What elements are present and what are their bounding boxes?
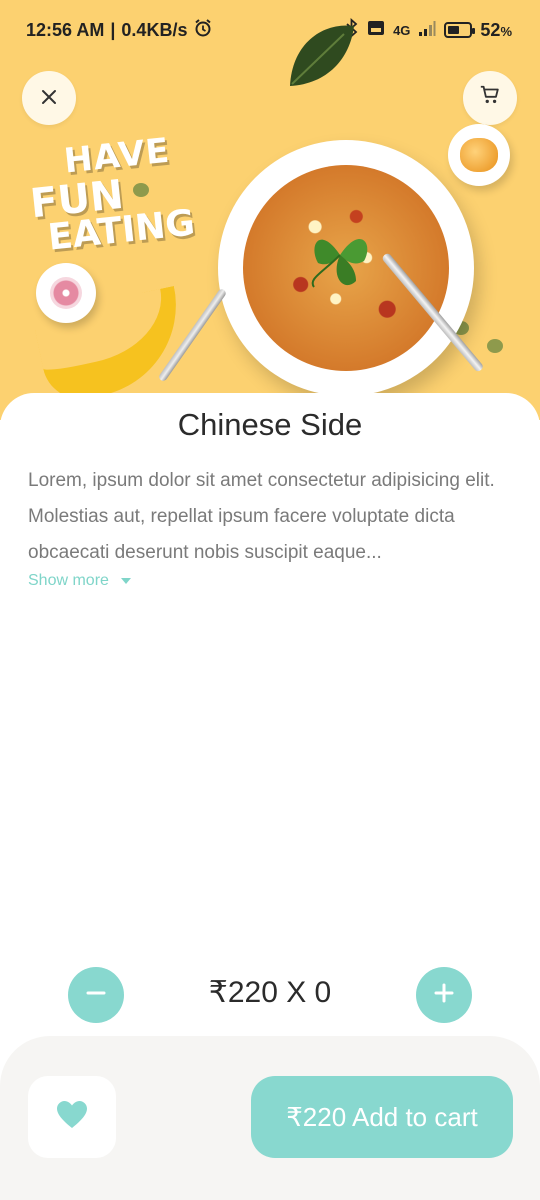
hero-banner: 12:56 AM | 0.4KB/s 4G 52% HAVE FUN EATIN… <box>0 0 540 420</box>
cart-button[interactable] <box>463 71 517 125</box>
show-more-link[interactable]: Show more <box>28 572 131 590</box>
battery-icon <box>444 22 476 38</box>
alarm-icon <box>193 18 213 43</box>
status-separator: | <box>110 19 116 40</box>
price-quantity-display: ₹220 X 0 <box>208 976 332 1009</box>
battery-level: 52% <box>480 19 512 40</box>
status-right: 4G 52% <box>345 17 512 43</box>
slogan: HAVE FUN EATING <box>25 131 197 259</box>
increase-quantity-button[interactable] <box>416 967 472 1023</box>
status-time: 12:56 AM <box>26 19 105 40</box>
product-description: Lorem, ipsum dolor sit amet consectetur … <box>28 470 495 563</box>
basil-garnish <box>300 215 380 295</box>
cart-icon <box>479 84 501 113</box>
status-left: 12:56 AM | 0.4KB/s <box>26 18 213 43</box>
decrease-quantity-button[interactable] <box>68 967 124 1023</box>
close-button[interactable] <box>22 71 76 125</box>
olive-decoration <box>133 183 149 197</box>
signal-icon <box>418 19 436 42</box>
add-to-cart-button[interactable]: ₹220 Add to cart <box>251 1076 513 1158</box>
add-to-cart-label: ₹220 Add to cart <box>286 1101 478 1132</box>
caret-down-icon <box>120 578 131 584</box>
product-title: Chinese Side <box>177 407 363 442</box>
show-more-label: Show more <box>28 572 109 589</box>
network-type: 4G <box>393 22 411 38</box>
favorite-button[interactable] <box>28 1076 116 1158</box>
bottom-action-bar: ₹220 Add to cart <box>0 1036 540 1200</box>
leaf-decoration <box>282 14 362 94</box>
plus-icon <box>433 982 455 1009</box>
close-icon <box>41 84 57 112</box>
status-bar: 12:56 AM | 0.4KB/s 4G 52% <box>0 0 540 60</box>
quantity-stepper: ₹220 X 0 <box>0 967 540 1023</box>
olive-decoration <box>487 339 503 353</box>
honey-bowl <box>448 124 510 186</box>
network-speed: 0.4KB/s <box>121 19 188 40</box>
heart-icon <box>56 1100 88 1135</box>
minus-icon <box>85 982 107 1009</box>
volte-icon <box>367 19 385 42</box>
